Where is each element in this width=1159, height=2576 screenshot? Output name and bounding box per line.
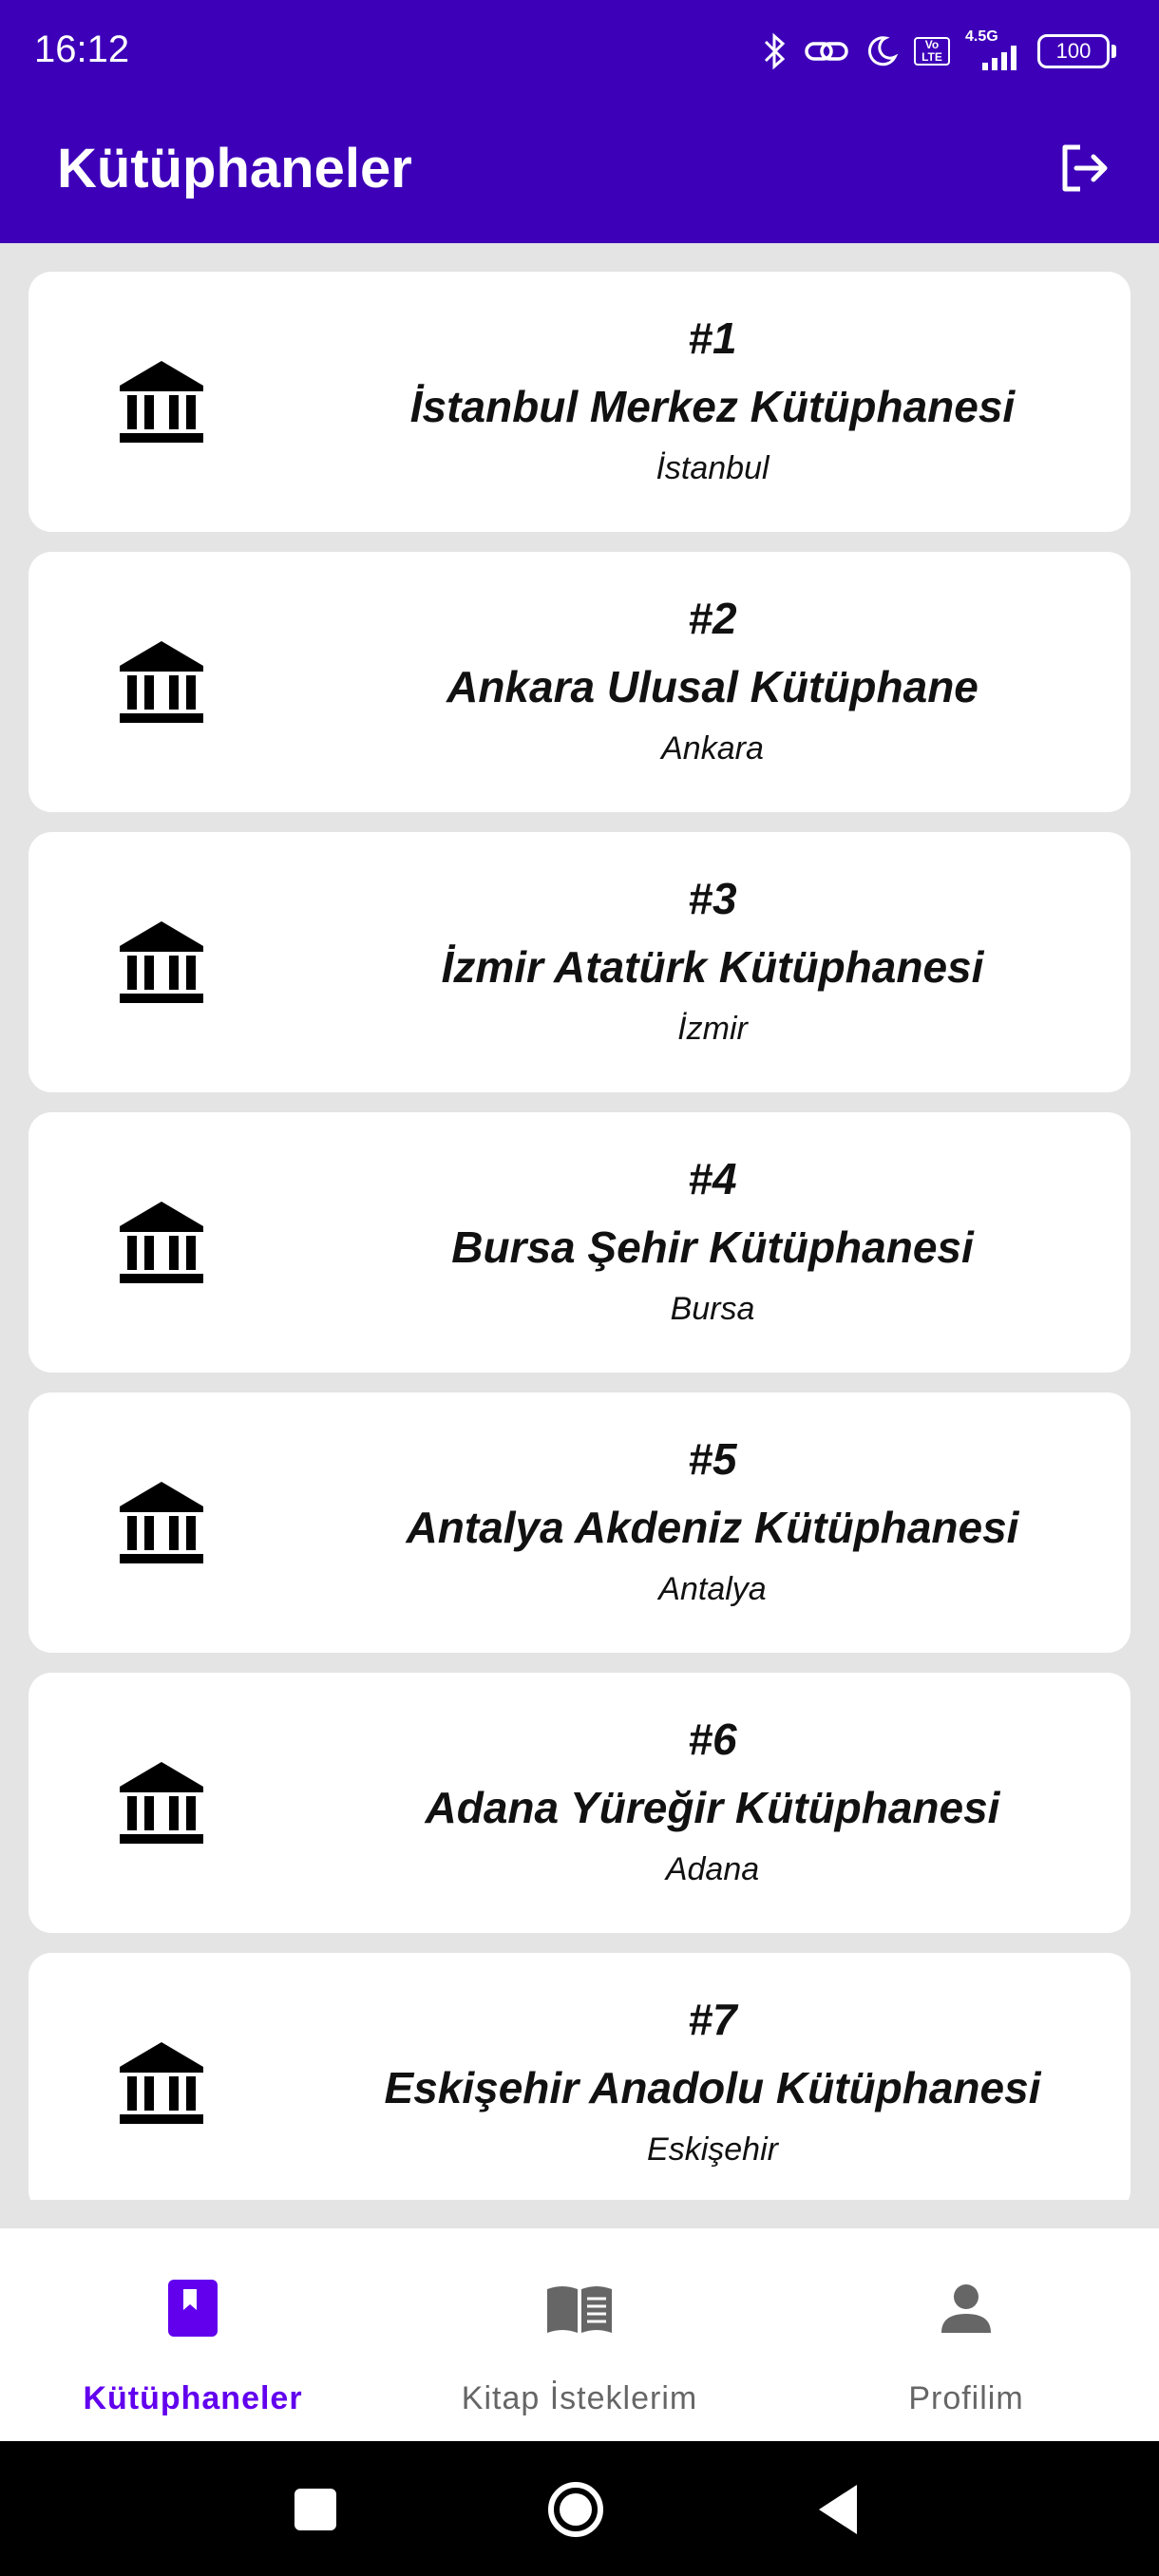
nav-label-profile: Profilim <box>908 2380 1024 2416</box>
library-name: Eskişehir Anadolu Kütüphanesi <box>384 2063 1041 2112</box>
square-icon <box>294 2489 336 2530</box>
person-icon <box>941 2284 991 2333</box>
library-name: İstanbul Merkez Kütüphanesi <box>409 382 1016 431</box>
home-circle-icon <box>548 2482 603 2537</box>
library-name: Adana Yüreğir Kütüphanesi <box>425 1783 1000 1832</box>
bluetooth-icon <box>764 32 786 70</box>
nav-item-profile[interactable]: Profilim <box>773 2228 1159 2441</box>
library-city: Eskişehir <box>647 2131 778 2168</box>
library-number: #6 <box>688 1714 737 1764</box>
nav-item-book-requests[interactable]: Kitap İsteklerim <box>387 2228 772 2441</box>
link-icon <box>805 42 848 61</box>
library-number: #2 <box>688 594 737 643</box>
logout-button[interactable] <box>1051 135 1117 201</box>
bottom-navigation: Kütüphaneler Kitap İsteklerim Profilim <box>0 2228 1159 2441</box>
status-icons: Vo LTE 4.5G 100 <box>762 25 1116 78</box>
library-card[interactable]: #3 İzmir Atatürk Kütüphanesi İzmir <box>28 832 1130 1092</box>
library-icon <box>116 637 207 729</box>
home-button[interactable] <box>542 2475 610 2544</box>
library-card[interactable]: #7 Eskişehir Anadolu Kütüphanesi Eskişehir <box>28 1953 1130 2200</box>
back-triangle-icon <box>819 2485 857 2534</box>
volte-icon: Vo LTE <box>914 37 950 66</box>
library-number: #5 <box>688 1434 737 1484</box>
nav-item-libraries[interactable]: Kütüphaneler <box>0 2228 386 2441</box>
app-bar: Kütüphaneler <box>0 103 1159 243</box>
status-time: 16:12 <box>34 28 130 70</box>
back-button[interactable] <box>804 2475 872 2544</box>
library-icon <box>116 1478 207 1569</box>
nav-label-libraries: Kütüphaneler <box>83 2380 303 2416</box>
library-icon <box>116 2038 207 2130</box>
battery-level: 100 <box>1055 39 1092 63</box>
recents-button[interactable] <box>281 2475 350 2544</box>
open-book-icon <box>547 2286 612 2333</box>
library-number: #3 <box>688 874 737 923</box>
library-info: #4 Bursa Şehir Kütüphanesi Bursa <box>332 1148 1092 1333</box>
library-icon <box>116 918 207 1009</box>
library-info: #2 Ankara Ulusal Kütüphane Ankara <box>332 588 1092 772</box>
library-name: Antalya Akdeniz Kütüphanesi <box>406 1503 1019 1552</box>
library-info: #5 Antalya Akdeniz Kütüphanesi Antalya <box>332 1429 1092 1613</box>
library-icon <box>116 1198 207 1289</box>
library-city: İstanbul <box>656 450 770 486</box>
signal-icon: 4.5G <box>965 28 1022 72</box>
library-card[interactable]: #6 Adana Yüreğir Kütüphanesi Adana <box>28 1673 1130 1933</box>
library-city: Bursa <box>670 1291 755 1327</box>
library-card[interactable]: #2 Ankara Ulusal Kütüphane Ankara <box>28 552 1130 812</box>
library-name: Ankara Ulusal Kütüphane <box>446 662 978 711</box>
library-card[interactable]: #1 İstanbul Merkez Kütüphanesi İstanbul <box>28 272 1130 532</box>
library-city: Ankara <box>661 730 764 767</box>
status-bar: 16:12 Vo LTE 4.5G 100 <box>0 0 1159 103</box>
logout-icon <box>1062 144 1108 192</box>
library-card[interactable]: #4 Bursa Şehir Kütüphanesi Bursa <box>28 1112 1130 1373</box>
battery-icon: 100 <box>1037 34 1116 68</box>
library-city: Antalya <box>658 1571 767 1607</box>
book-icon <box>168 2280 218 2337</box>
page-title: Kütüphaneler <box>57 138 412 199</box>
library-name: Bursa Şehir Kütüphanesi <box>451 1222 974 1272</box>
library-icon <box>116 357 207 448</box>
library-list[interactable]: #1 İstanbul Merkez Kütüphanesi İstanbul #2 A… <box>0 243 1159 2200</box>
library-city: İzmir <box>677 1011 748 1047</box>
library-info: #1 İstanbul Merkez Kütüphanesi İstanbul <box>332 308 1092 492</box>
library-card[interactable]: #5 Antalya Akdeniz Kütüphanesi Antalya <box>28 1392 1130 1653</box>
library-number: #7 <box>688 1995 737 2044</box>
library-info: #3 İzmir Atatürk Kütüphanesi İzmir <box>332 868 1092 1052</box>
system-navigation-bar <box>0 2441 1159 2576</box>
library-info: #6 Adana Yüreğir Kütüphanesi Adana <box>332 1709 1092 1893</box>
library-name: İzmir Atatürk Kütüphanesi <box>441 942 984 992</box>
library-info: #7 Eskişehir Anadolu Kütüphanesi Eskişehir <box>332 1989 1092 2173</box>
nav-label-book-requests: Kitap İsteklerim <box>461 2380 698 2416</box>
library-number: #1 <box>688 313 737 363</box>
library-number: #4 <box>688 1154 737 1203</box>
library-icon <box>116 1758 207 1849</box>
moon-icon <box>867 36 899 66</box>
library-city: Adana <box>665 1851 760 1887</box>
